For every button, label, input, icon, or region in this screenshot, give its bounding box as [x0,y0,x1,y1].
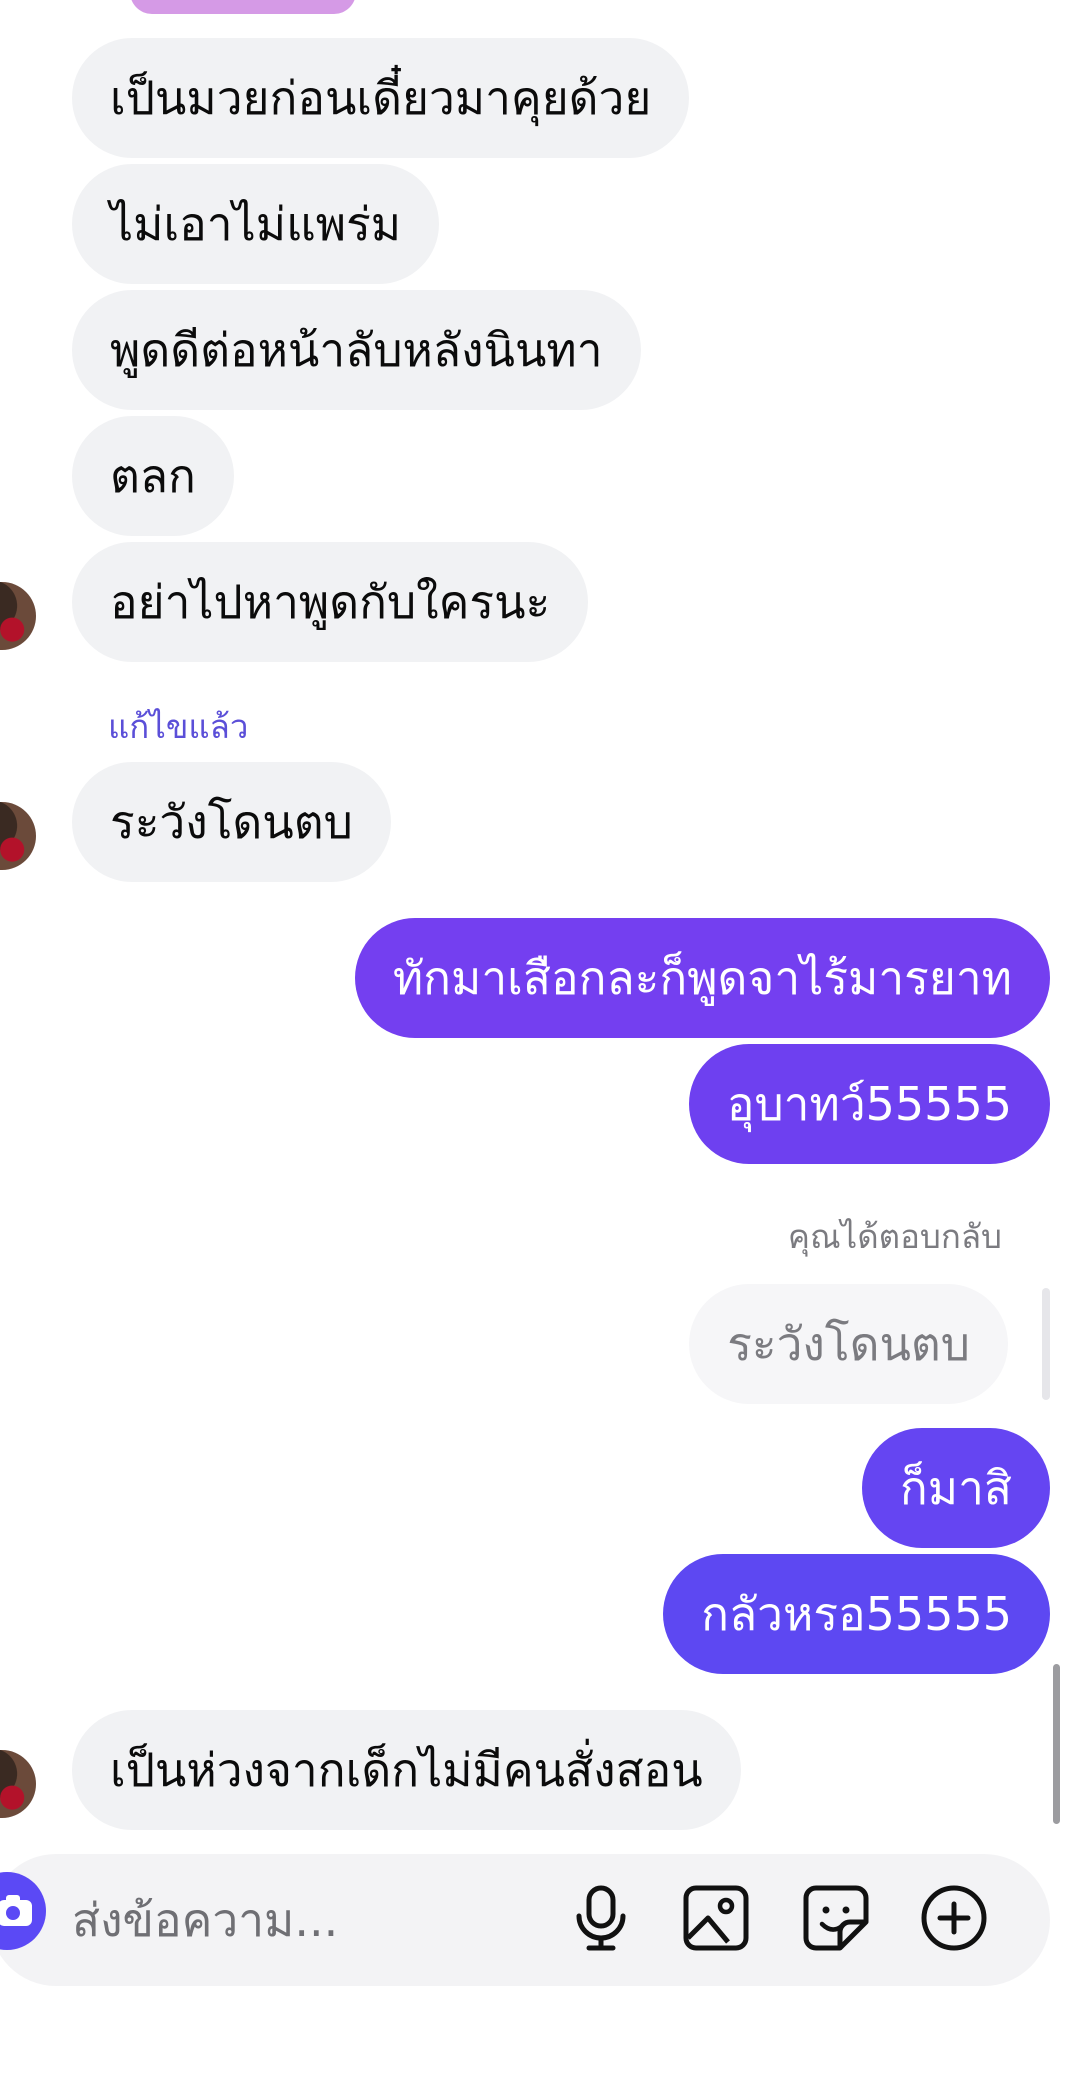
outgoing-message[interactable]: กลัวหรอ55555 [663,1554,1050,1674]
camera-icon [0,1895,32,1926]
incoming-message[interactable]: เป็นห่วงจากเด็กไม่มีคนสั่งสอน [72,1710,741,1830]
outgoing-message[interactable]: ก็มาสิ [861,1428,1050,1548]
reply-quoted-message[interactable]: ระวังโดนตบ [689,1284,1008,1404]
scrollbar[interactable] [1053,1664,1060,1824]
message-input[interactable]: ส่งข้อความ... [72,1880,338,1960]
edited-label: แก้ไขแล้ว [108,707,249,746]
outgoing-message[interactable]: ทักมาเสือกละก็พูดจาไร้มารยาท [354,918,1050,1038]
incoming-message[interactable]: อย่าไปหาพูดกับใครนะ [72,542,589,662]
incoming-message[interactable]: ระวังโดนตบ [72,762,391,882]
incoming-message[interactable]: พูดดีต่อหน้าลับหลังนินทา [72,290,641,410]
contact-avatar[interactable] [0,582,36,650]
previous-message-edge [130,0,356,14]
contact-avatar[interactable] [0,802,36,870]
reply-indicator-bar [1042,1288,1050,1400]
reply-label: คุณได้ตอบกลับ [787,1217,1002,1256]
incoming-message[interactable]: ตลก [72,416,234,536]
outgoing-message[interactable]: อุบาทว์55555 [688,1044,1050,1164]
microphone-icon[interactable] [565,1882,637,1954]
image-icon[interactable] [680,1882,752,1954]
incoming-message[interactable]: เป็นมวยก่อนเดี๋ยวมาคุยด้วย [72,38,690,158]
incoming-message[interactable]: ไม่เอาไม่แพร่ม [72,164,440,284]
contact-avatar[interactable] [0,1750,36,1818]
plus-circle-icon[interactable] [918,1882,990,1954]
sticker-icon[interactable] [800,1882,872,1954]
